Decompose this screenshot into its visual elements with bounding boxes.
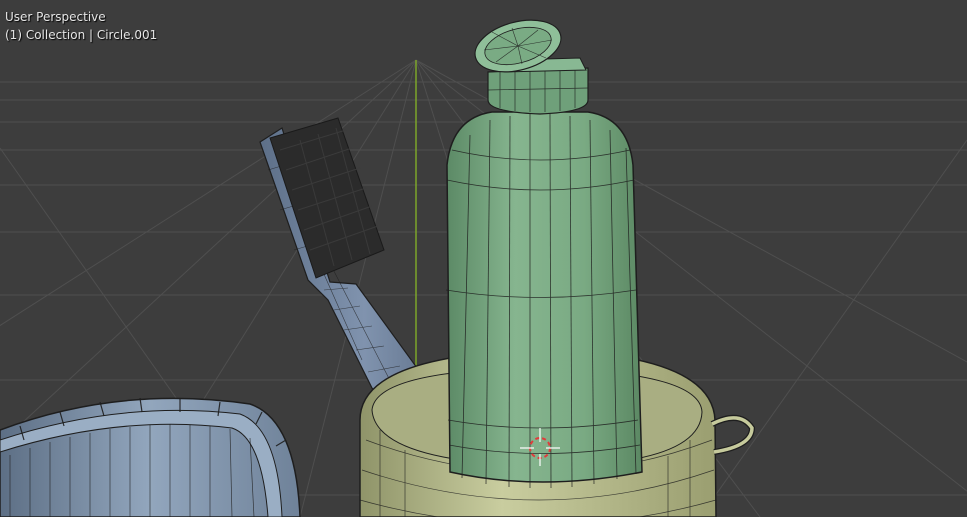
3d-viewport[interactable]: User Perspective (1) Collection | Circle… [0,0,967,517]
viewport-scene[interactable] [0,0,967,517]
viewport-view-name: User Perspective [5,10,106,24]
bottle[interactable] [445,11,643,489]
viewport-collection-info: (1) Collection | Circle.001 [5,28,158,42]
bowl[interactable] [0,397,301,517]
